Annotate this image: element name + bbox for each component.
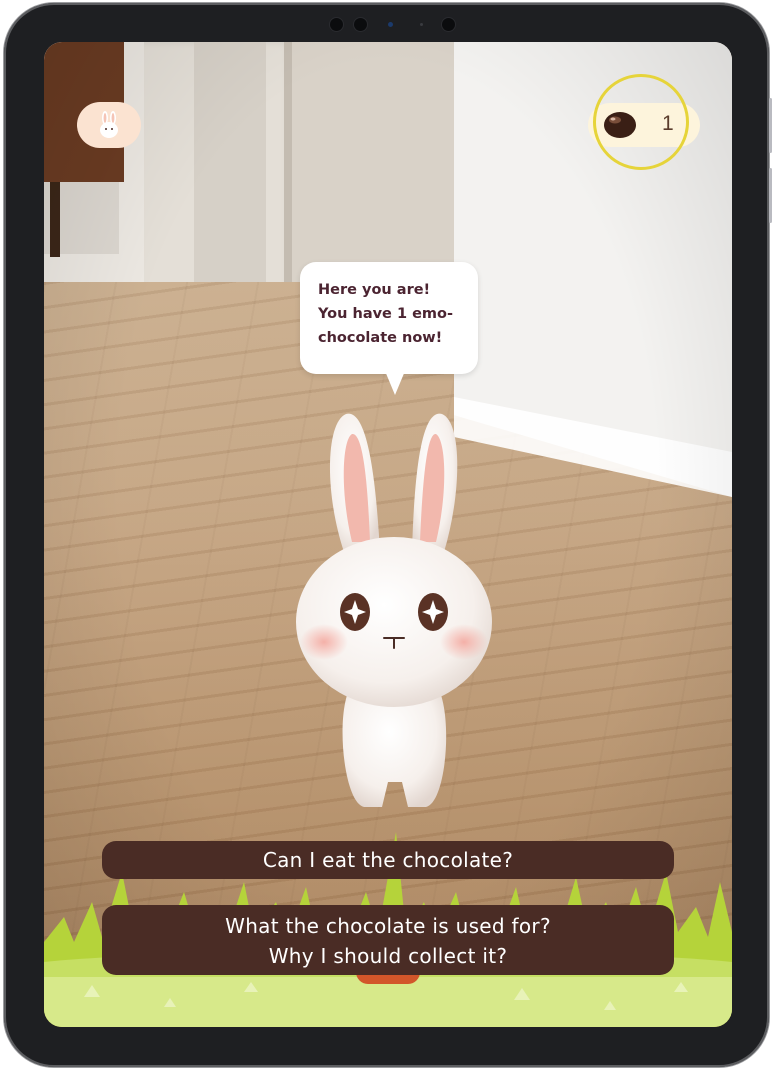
volume-button — [769, 168, 772, 223]
camera-bar — [322, 15, 462, 33]
choice-button-eat-chocolate[interactable]: Can I eat the chocolate? — [102, 841, 674, 879]
bunny-character — [296, 413, 492, 807]
highlight-ring — [593, 74, 689, 170]
choice-label-line-2: Why I should collect it? — [268, 944, 508, 968]
ar-camera-view: 1 Here you are! You have 1 emo- chocolat… — [44, 42, 732, 1027]
speech-bubble: Here you are! You have 1 emo- chocolate … — [300, 262, 478, 395]
bunny-head-icon — [100, 111, 118, 138]
choice-label-line-1: What the chocolate is used for? — [225, 914, 551, 938]
speech-bubble-tail — [385, 371, 405, 395]
choice-button-chocolate-purpose[interactable]: What the chocolate is used for? Why I sh… — [102, 905, 674, 975]
volume-button — [769, 98, 772, 153]
profile-button[interactable] — [77, 102, 141, 148]
speech-text: Here you are! You have 1 emo- chocolate … — [318, 282, 454, 346]
choice-label: Can I eat the chocolate? — [262, 848, 514, 872]
